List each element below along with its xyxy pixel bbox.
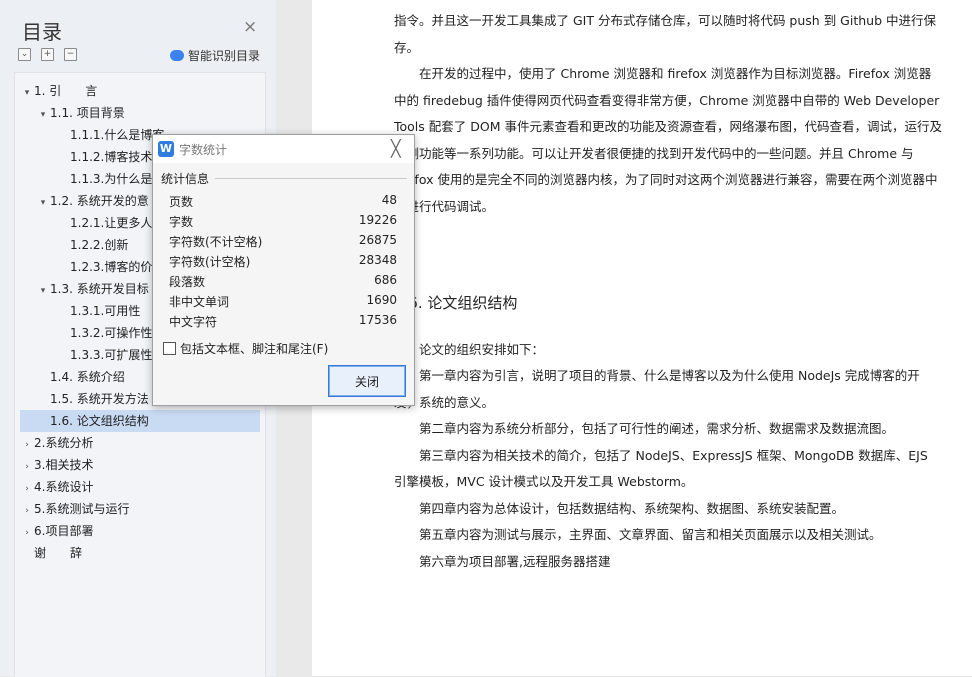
chevron-right-icon[interactable]: › — [20, 522, 34, 542]
stat-value: 28348 — [358, 253, 397, 267]
paragraph: 在开发的过程中，使用了 Chrome 浏览器和 firefox 浏览器作为目标浏… — [394, 66, 942, 214]
toc-item[interactable]: › 4.系统设计 — [20, 476, 260, 498]
toc-item-label: 3.相关技术 — [34, 458, 94, 472]
stat-label: 中文字符 — [169, 315, 218, 329]
cloud-icon — [170, 50, 184, 61]
toc-item[interactable]: › 5.系统测试与运行 — [20, 498, 260, 520]
stat-label: 字符数(不计空格) — [169, 235, 263, 249]
checkbox-label: 包括文本框、脚注和尾注(F) — [180, 342, 329, 356]
chevron-down-icon[interactable]: ▾ — [36, 192, 50, 212]
chevron-down-icon[interactable]: ▾ — [36, 104, 50, 124]
stat-row: 字数 19226 — [169, 213, 397, 233]
document-body: 指令。并且这一开发工具集成了 GIT 分布式存储仓库，可以随时将代码 push … — [394, 8, 942, 575]
toc-item-label: 1.1.1.什么是博客 — [70, 128, 165, 142]
stat-row: 字符数(计空格) 28348 — [169, 253, 397, 273]
toc-item-label: 1.2.2.创新 — [70, 238, 129, 252]
toc-item-label: 1.1. 项目背景 — [50, 106, 125, 120]
stat-value: 48 — [381, 193, 397, 207]
chevron-right-icon[interactable]: › — [20, 478, 34, 498]
word-count-dialog: W 字数统计 ╳ 统计信息 页数 48 字数 19226 字符数(不计空格) 26875 字… — [152, 134, 415, 406]
stat-row: 中文字符 17536 — [169, 313, 397, 333]
toc-item-label: 1.1.2.博客技术 — [70, 150, 153, 164]
toc-item-label: 4.系统设计 — [34, 480, 94, 494]
toc-item-label: 谢 辞 — [34, 546, 83, 560]
stat-label: 非中文单词 — [169, 295, 230, 309]
toc-item-label: 2.系统分析 — [34, 436, 94, 450]
paragraph: 第四章内容为总体设计，包括数据结构、系统架构、数据图、系统安装配置。 — [419, 500, 845, 516]
paragraph: 指令。并且这一开发工具集成了 GIT 分布式存储仓库，可以随时将代码 push … — [394, 13, 936, 55]
dialog-title: 字数统计 — [179, 143, 228, 157]
dialog-titlebar: W 字数统计 ╳ — [153, 135, 414, 163]
paragraph: 第二章内容为系统分析部分，包括了可行性的阐述，需求分析、数据需求及数据流图。 — [419, 421, 895, 436]
stat-label: 字数 — [169, 215, 194, 229]
toc-title: 目录 — [22, 20, 62, 44]
section-divider — [215, 178, 407, 179]
toc-item[interactable]: › 3.相关技术 — [20, 454, 260, 476]
toc-item[interactable]: › 6.项目部署 — [20, 520, 260, 542]
toc-item-label: 5.系统测试与运行 — [34, 502, 130, 516]
chevron-down-icon[interactable]: ▾ — [36, 280, 50, 300]
toc-item-label: 1.5. 系统开发方法 — [50, 392, 149, 406]
toc-item[interactable]: › 2.系统分析 — [20, 432, 260, 454]
toc-item-label: 1.2.1.让更多人 — [70, 216, 153, 230]
paragraph: 第六章为项目部署,远程服务器搭建 — [419, 553, 611, 569]
smart-toc-label: 智能识别目录 — [188, 49, 261, 63]
stat-label: 段落数 — [169, 275, 206, 289]
paragraph: 论文的组织安排如下： — [419, 341, 545, 357]
toc-item-label: 1.6. 论文组织结构 — [50, 414, 149, 428]
stat-row: 段落数 686 — [169, 273, 397, 293]
expand-icon[interactable]: + — [41, 48, 54, 61]
include-textboxes-checkbox[interactable] — [163, 342, 176, 355]
toc-item[interactable]: ▾ 1.1. 项目背景 — [20, 102, 260, 124]
paragraph: 第五章内容为测试与展示，主界面、文章界面、留言和相关页面展示以及相关测试。 — [419, 527, 882, 542]
stat-value: 26875 — [358, 233, 397, 247]
stat-row: 字符数(不计空格) 26875 — [169, 233, 397, 253]
close-button[interactable]: 关闭 — [328, 365, 406, 397]
toc-item[interactable]: 1.6. 论文组织结构 — [20, 410, 260, 432]
stat-value: 1690 — [366, 293, 397, 307]
stat-row: 页数 48 — [169, 193, 397, 213]
toc-item-label: 1.2.3.博客的价 — [70, 260, 153, 274]
toc-item-label: 1.1.3.为什么是 — [70, 172, 153, 186]
toc-item[interactable]: 谢 辞 — [20, 542, 260, 564]
paragraph: 第三章内容为相关技术的简介，包括了 NodeJS、ExpressJS 框架、Mo… — [394, 447, 928, 490]
stat-label: 字符数(计空格) — [169, 255, 251, 269]
toc-item-label: 1. 引 言 — [34, 84, 98, 98]
stat-value: 17536 — [358, 313, 397, 327]
chevron-right-icon[interactable]: › — [20, 456, 34, 476]
toc-item-label: 1.3.3.可扩展性 — [70, 348, 153, 362]
stats-section-label: 统计信息 — [161, 172, 210, 186]
toc-toolbar: ⌄ + − — [18, 48, 77, 61]
toc-item-label: 1.3.1.可用性 — [70, 304, 141, 318]
paragraph: 第一章内容为引言，说明了项目的背景、什么是博客以及为什么使用 NodeJs 完成… — [394, 368, 920, 410]
toc-item[interactable]: ▾ 1. 引 言 — [20, 80, 260, 102]
toc-item-label: 6.项目部署 — [34, 524, 94, 538]
toc-item-label: 1.4. 系统介绍 — [50, 370, 125, 384]
stat-value: 19226 — [358, 213, 397, 227]
collapse-icon[interactable]: − — [64, 48, 77, 61]
chevron-right-icon[interactable]: › — [20, 434, 34, 454]
chevron-down-icon[interactable]: ▾ — [20, 82, 34, 102]
chevron-right-icon[interactable]: › — [20, 500, 34, 520]
smart-toc-button[interactable]: 智能识别目录 — [170, 47, 260, 64]
section-heading: 1.6. 论文组织结构 — [394, 294, 518, 312]
wps-writer-icon: W — [158, 141, 174, 157]
toc-item-label: 1.2. 系统开发的意 — [50, 194, 149, 208]
stat-label: 页数 — [169, 195, 194, 209]
toc-close-icon[interactable]: × — [243, 17, 257, 37]
collapse-all-icon[interactable]: ⌄ — [18, 48, 31, 61]
dialog-close-icon[interactable]: ╳ — [391, 139, 401, 158]
toc-item-label: 1.3. 系统开发目标 — [50, 282, 149, 296]
toc-item-label: 1.3.2.可操作性 — [70, 326, 153, 340]
stat-value: 686 — [374, 273, 397, 287]
stat-row: 非中文单词 1690 — [169, 293, 397, 313]
